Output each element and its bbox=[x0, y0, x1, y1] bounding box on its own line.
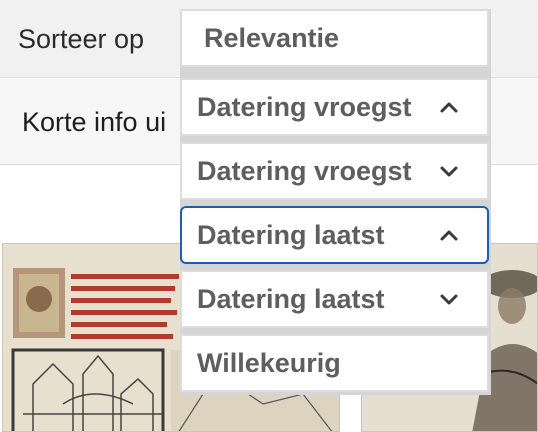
sort-label: Sorteer op bbox=[18, 24, 145, 54]
chevron-up-icon bbox=[440, 102, 458, 113]
search-results-page: Sorteer op Korte info ui Relevantie Date… bbox=[0, 0, 538, 432]
sort-option-date-latest-asc[interactable]: Datering laatst bbox=[180, 206, 489, 264]
short-info-toggle[interactable]: Korte info ui bbox=[22, 107, 166, 138]
sort-dropdown-list: Relevantie Datering vroegst Datering vro… bbox=[180, 9, 491, 395]
sort-option-label: Datering laatst bbox=[197, 283, 385, 314]
sort-option-date-earliest-desc[interactable]: Datering vroegst bbox=[180, 142, 489, 200]
sort-option-date-latest-desc[interactable]: Datering laatst bbox=[180, 270, 489, 328]
sort-option-date-earliest-asc[interactable]: Datering vroegst bbox=[180, 78, 489, 136]
sort-option-random[interactable]: Willekeurig bbox=[180, 334, 489, 392]
sort-option-relevance[interactable]: Relevantie bbox=[180, 9, 489, 67]
sort-option-label: Relevantie bbox=[204, 22, 340, 53]
sort-option-label: Willekeurig bbox=[197, 347, 341, 378]
chevron-up-icon bbox=[440, 230, 458, 241]
sort-option-label: Datering vroegst bbox=[197, 155, 412, 186]
sort-option-label: Datering laatst bbox=[197, 219, 385, 250]
sort-option-label: Datering vroegst bbox=[197, 91, 412, 122]
chevron-down-icon bbox=[440, 166, 458, 177]
chevron-down-icon bbox=[440, 294, 458, 305]
